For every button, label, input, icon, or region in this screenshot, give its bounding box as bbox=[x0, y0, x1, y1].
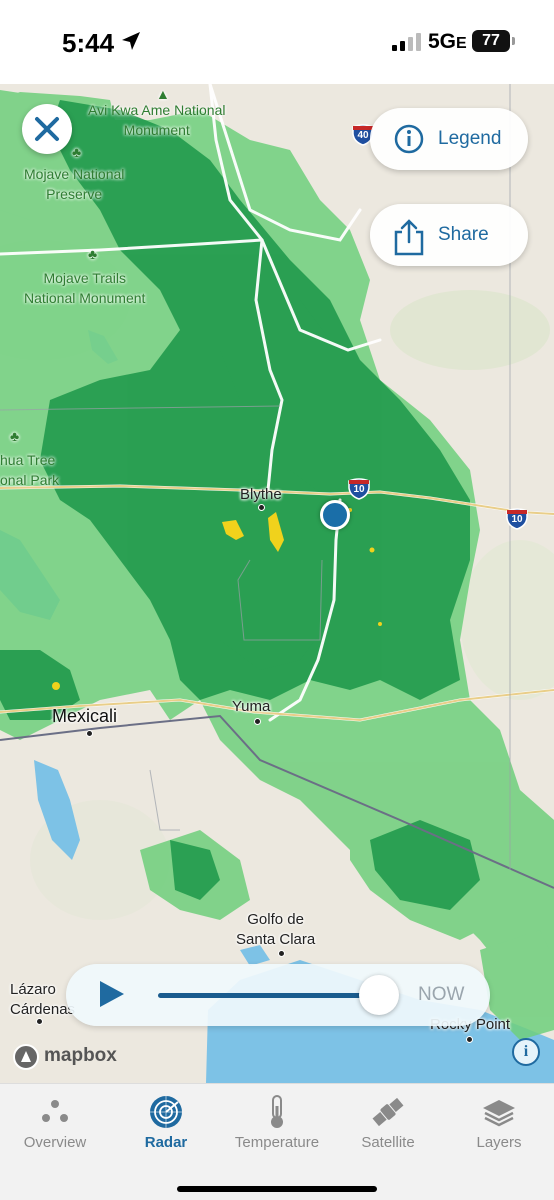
satellite-icon bbox=[372, 1097, 404, 1127]
legend-label: Legend bbox=[438, 128, 502, 149]
tab-overview[interactable]: Overview bbox=[0, 1084, 110, 1164]
now-label: NOW bbox=[418, 984, 465, 1005]
tab-radar[interactable]: Radar bbox=[111, 1084, 221, 1164]
thermometer-icon bbox=[271, 1095, 283, 1128]
network-type: 5GE bbox=[428, 30, 467, 53]
tab-temperature[interactable]: Temperature bbox=[222, 1084, 332, 1164]
tab-bar: Overview Radar Temperature Satellite Lay… bbox=[0, 1083, 554, 1200]
tab-satellite[interactable]: Satellite bbox=[333, 1084, 443, 1164]
interstate-10-shield: 10 bbox=[506, 508, 528, 530]
battery-tip bbox=[512, 37, 515, 45]
tab-layers[interactable]: Layers bbox=[444, 1084, 554, 1164]
yuma-dot bbox=[254, 718, 261, 725]
play-icon[interactable] bbox=[100, 981, 124, 1007]
cell-signal-icon bbox=[392, 33, 421, 51]
share-icon bbox=[394, 219, 424, 256]
info-icon bbox=[394, 124, 424, 154]
status-bar: 5:44 5GE 77 bbox=[0, 0, 554, 84]
avi-kwa-ame-label: Avi Kwa Ame National Monument bbox=[88, 102, 226, 138]
status-time: 5:44 bbox=[62, 28, 115, 58]
radar-playback-bar: NOW bbox=[66, 964, 490, 1026]
rocky-point-dot bbox=[466, 1036, 473, 1043]
golfo-label: Golfo de Santa Clara bbox=[236, 911, 316, 948]
share-button[interactable]: Share bbox=[370, 204, 528, 266]
close-button[interactable] bbox=[22, 104, 72, 154]
mexicali-dot bbox=[86, 730, 93, 737]
mapbox-logo[interactable]: mapbox bbox=[12, 1042, 134, 1072]
close-icon bbox=[35, 117, 59, 141]
mexicali-label: Mexicali bbox=[52, 706, 118, 726]
golfo-dot bbox=[278, 950, 285, 957]
blythe-label: Blythe bbox=[240, 486, 282, 503]
tree-icon: ♣ bbox=[72, 144, 82, 160]
mojave-preserve-label: Mojave National Preserve bbox=[24, 166, 125, 202]
timeline-track[interactable] bbox=[158, 993, 369, 998]
layers-icon bbox=[483, 1100, 515, 1127]
radar-icon bbox=[150, 1096, 182, 1128]
share-label: Share bbox=[438, 224, 489, 245]
tree-icon: ♣ bbox=[88, 246, 98, 262]
mapbox-icon bbox=[13, 1044, 39, 1070]
interstate-10-shield: 10 bbox=[348, 478, 370, 500]
legend-button[interactable]: Legend bbox=[370, 108, 528, 170]
mojave-trails-label: Mojave Trails National Monument bbox=[24, 270, 146, 306]
timeline-slider-thumb[interactable] bbox=[358, 975, 399, 1015]
home-indicator bbox=[177, 1186, 377, 1192]
tree-icon: ♣ bbox=[10, 428, 20, 444]
overview-icon bbox=[42, 1100, 68, 1122]
joshua-tree-label: hua Tree onal Park bbox=[0, 452, 60, 488]
lazaro-label: Lázaro Cárdenas bbox=[10, 981, 76, 1018]
location-arrow-icon bbox=[122, 32, 140, 50]
attribution-info-icon[interactable]: i bbox=[512, 1038, 540, 1066]
battery-indicator: 77 bbox=[472, 30, 510, 52]
yuma-label: Yuma bbox=[232, 698, 271, 715]
blythe-dot bbox=[258, 504, 265, 511]
lazaro-dot bbox=[36, 1018, 43, 1025]
user-location-dot bbox=[320, 500, 350, 530]
